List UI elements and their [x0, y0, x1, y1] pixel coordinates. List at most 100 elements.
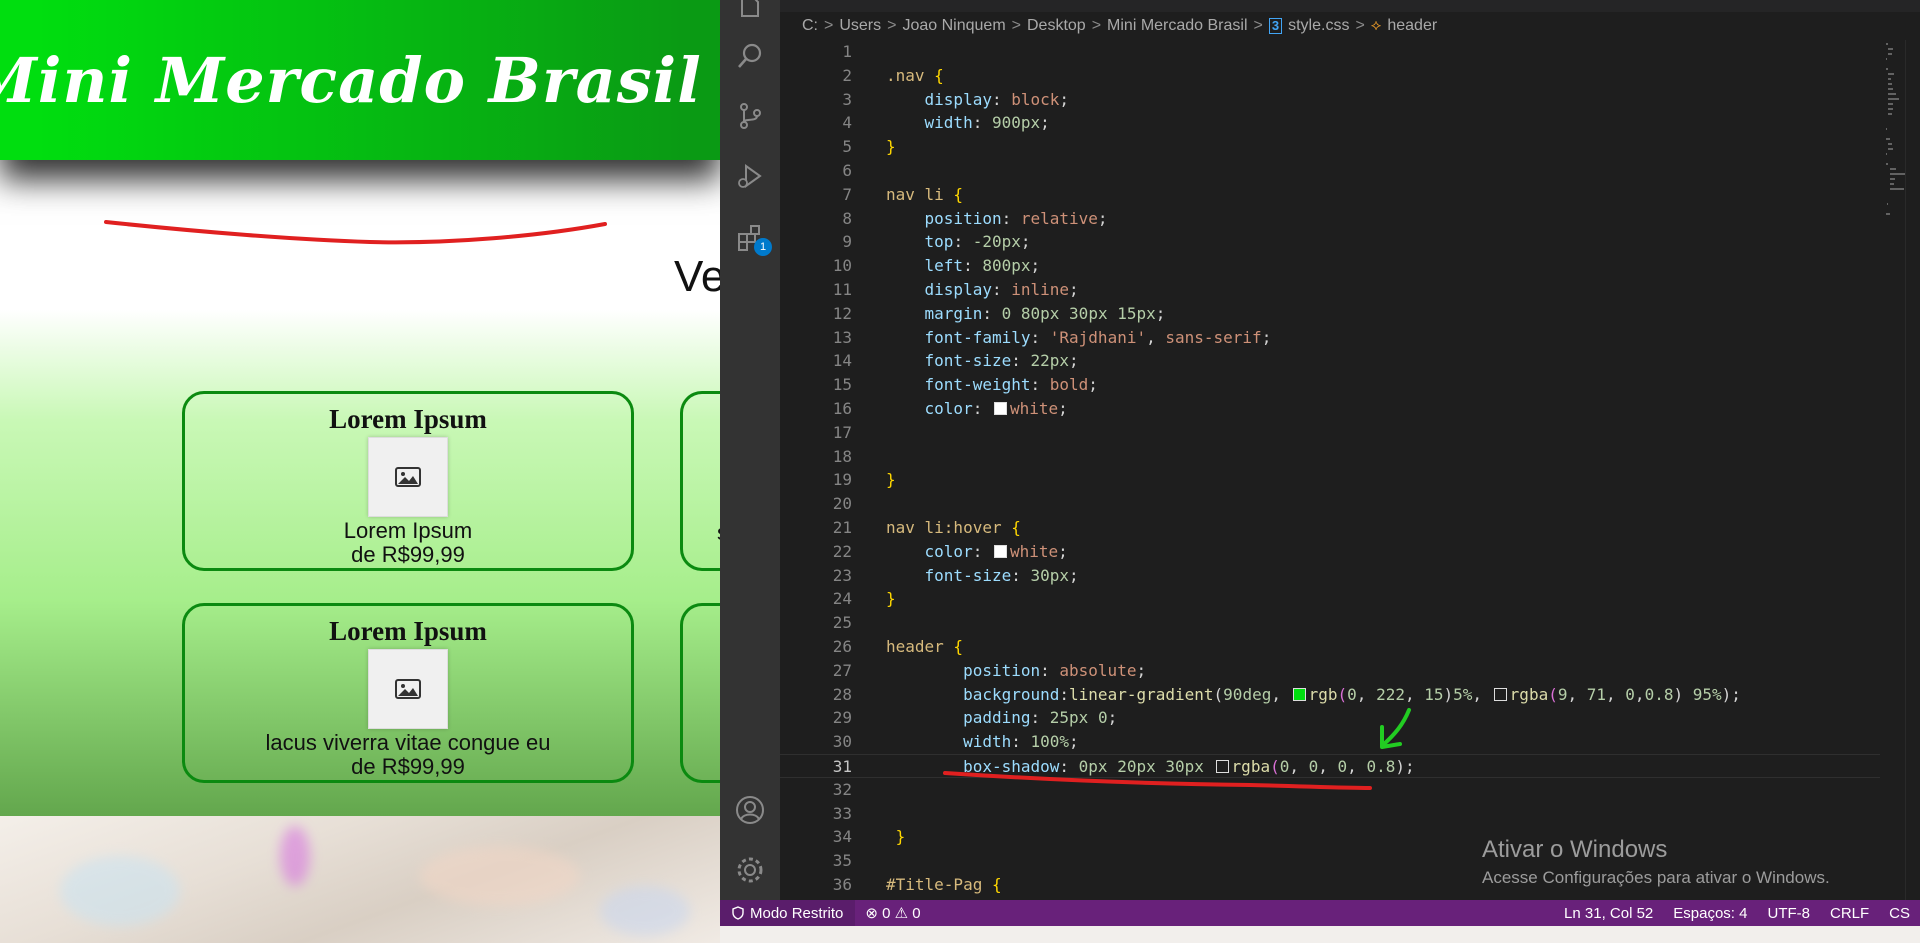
restricted-mode-indicator[interactable]: Modo Restrito	[720, 900, 856, 926]
problems-indicator[interactable]: ⊗ 0 ⚠ 0	[855, 904, 930, 922]
breadcrumb-item[interactable]: C:	[802, 17, 818, 35]
code-line[interactable]: 23 font-size: 30px;	[780, 564, 1880, 588]
language-mode[interactable]: CS	[1879, 905, 1920, 922]
breadcrumb-item[interactable]: style.css	[1288, 17, 1349, 35]
encoding[interactable]: UTF-8	[1757, 905, 1820, 922]
line-number: 18	[832, 446, 852, 466]
code-line[interactable]: 25	[780, 611, 1880, 635]
code-text[interactable]: font-size: 30px;	[886, 564, 1079, 588]
code-line[interactable]: 29 padding: 25px 0;	[780, 706, 1880, 730]
code-text[interactable]: margin: 0 80px 30px 15px;	[886, 302, 1166, 326]
minimap-line	[1886, 213, 1890, 215]
line-number: 20	[832, 494, 852, 514]
account-icon[interactable]	[734, 794, 766, 826]
line-number: 14	[832, 351, 852, 371]
code-line[interactable]: 24}	[780, 587, 1880, 611]
code-text[interactable]: display: block;	[886, 88, 1070, 112]
code-text[interactable]: }	[886, 135, 896, 159]
end-of-line[interactable]: CRLF	[1820, 905, 1879, 922]
code-text[interactable]: nav li {	[886, 183, 963, 207]
code-line[interactable]: 33	[780, 802, 1880, 826]
code-text[interactable]: width: 900px;	[886, 111, 1050, 135]
breadcrumb-item[interactable]: Users	[839, 17, 881, 35]
code-text[interactable]: box-shadow: 0px 20px 30px rgba(0, 0, 0, …	[886, 755, 1415, 779]
line-number: 26	[832, 636, 852, 656]
code-line[interactable]: 5}	[780, 135, 1880, 159]
run-debug-icon[interactable]	[734, 160, 766, 192]
minimap-line	[1890, 178, 1895, 180]
breadcrumb-item[interactable]: Joao Ninquem	[902, 17, 1005, 35]
code-text[interactable]: left: 800px;	[886, 254, 1041, 278]
code-text[interactable]: font-family: 'Rajdhani', sans-serif;	[886, 326, 1272, 350]
code-line[interactable]: 8 position: relative;	[780, 207, 1880, 231]
code-line[interactable]: 10 left: 800px;	[780, 254, 1880, 278]
code-line[interactable]: 32	[780, 778, 1880, 802]
code-text[interactable]: position: absolute;	[886, 659, 1146, 683]
code-text[interactable]: color: white;	[886, 540, 1068, 564]
desktop-strip	[720, 926, 1920, 943]
explorer-icon[interactable]	[734, 0, 766, 24]
code-line[interactable]: 14 font-size: 22px;	[780, 349, 1880, 373]
code-text[interactable]: header {	[886, 635, 963, 659]
editor-scrollbar[interactable]	[1905, 40, 1920, 900]
code-text[interactable]: }	[886, 825, 906, 849]
code-line[interactable]: 1	[780, 40, 1880, 64]
code-line[interactable]: 19}	[780, 468, 1880, 492]
code-line[interactable]: 7 nav li {	[780, 183, 1880, 207]
code-text[interactable]: }	[886, 587, 896, 611]
code-text[interactable]: background:linear-gradient(90deg, rgb(0,…	[886, 683, 1741, 707]
code-line[interactable]: 28 background:linear-gradient(90deg, rgb…	[780, 683, 1880, 707]
code-line[interactable]: 11 display: inline;	[780, 278, 1880, 302]
code-line[interactable]: 6	[780, 159, 1880, 183]
code-line[interactable]: 18	[780, 445, 1880, 469]
minimap-line	[1888, 83, 1892, 85]
code-line[interactable]: 15 font-weight: bold;	[780, 373, 1880, 397]
code-line[interactable]: 31 box-shadow: 0px 20px 30px rgba(0, 0, …	[780, 753, 1880, 779]
image-placeholder-icon	[368, 649, 448, 729]
code-text[interactable]: #Title-Pag {	[886, 873, 1002, 897]
code-line[interactable]: 3 display: block;	[780, 88, 1880, 112]
code-text[interactable]: font-weight: bold;	[886, 373, 1098, 397]
indentation[interactable]: Espaços: 4	[1663, 905, 1757, 922]
line-number: 27	[832, 660, 852, 680]
code-line[interactable]: 4 width: 900px;	[780, 111, 1880, 135]
cursor-position[interactable]: Ln 31, Col 52	[1554, 905, 1663, 922]
breadcrumb-item[interactable]: header	[1387, 17, 1437, 35]
product-card-partial[interactable]: s	[680, 391, 720, 571]
code-line[interactable]: 16 color: white;	[780, 397, 1880, 421]
code-text[interactable]: font-size: 22px;	[886, 349, 1079, 373]
settings-gear-icon[interactable]	[734, 854, 766, 886]
code-line[interactable]: 13 font-family: 'Rajdhani', sans-serif;	[780, 326, 1880, 350]
code-text[interactable]: top: -20px;	[886, 230, 1031, 254]
code-text[interactable]: nav li:hover {	[886, 516, 1021, 540]
code-line[interactable]: 20	[780, 492, 1880, 516]
code-line[interactable]: 27 position: absolute;	[780, 659, 1880, 683]
source-control-icon[interactable]	[734, 100, 766, 132]
code-line[interactable]: 30 width: 100%;	[780, 730, 1880, 754]
code-line[interactable]: 2 .nav {	[780, 64, 1880, 88]
code-editor[interactable]: 1 2 .nav {3 display: block; 4 width: 900px;…	[780, 40, 1880, 900]
code-text[interactable]: width: 100%;	[886, 730, 1079, 754]
breadcrumb-item[interactable]: Mini Mercado Brasil	[1107, 17, 1247, 35]
product-card[interactable]: Lorem Ipsum Lorem Ipsum de R$99,99	[182, 391, 634, 571]
breadcrumb-item[interactable]: Desktop	[1027, 17, 1086, 35]
search-icon[interactable]	[734, 40, 766, 72]
code-line[interactable]: 12 margin: 0 80px 30px 15px;	[780, 302, 1880, 326]
code-text[interactable]: .nav {	[886, 64, 944, 88]
code-line[interactable]: 21 nav li:hover {	[780, 516, 1880, 540]
code-line[interactable]: 17	[780, 421, 1880, 445]
code-text[interactable]: color: white;	[886, 397, 1068, 421]
code-text[interactable]: }	[886, 468, 896, 492]
code-line[interactable]: 22 color: white;	[780, 540, 1880, 564]
code-text[interactable]: padding: 25px 0;	[886, 706, 1117, 730]
shield-icon	[732, 906, 744, 920]
code-line[interactable]: 26 header {	[780, 635, 1880, 659]
line-number: 4	[842, 113, 852, 133]
code-text[interactable]: display: inline;	[886, 278, 1079, 302]
product-card[interactable]: Lorem Ipsum lacus viverra vitae congue e…	[182, 603, 634, 783]
line-number: 2	[842, 65, 852, 85]
code-text[interactable]: position: relative;	[886, 207, 1108, 231]
product-card-partial[interactable]	[680, 603, 720, 783]
error-count: 0	[882, 905, 891, 922]
code-line[interactable]: 9 top: -20px;	[780, 230, 1880, 254]
